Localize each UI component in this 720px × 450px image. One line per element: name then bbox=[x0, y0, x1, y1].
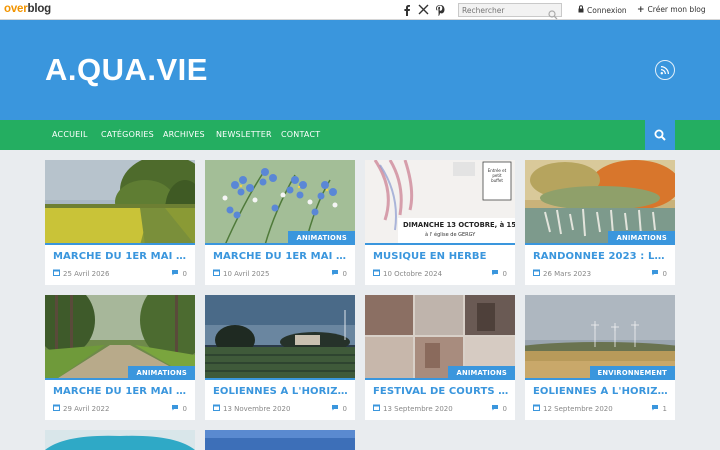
main-nav: ACCUEIL CATÉGORIES ARCHIVES NEWSLETTER C… bbox=[0, 120, 720, 150]
calendar-icon bbox=[213, 404, 220, 413]
nav-item-archives[interactable]: ARCHIVES bbox=[163, 130, 205, 139]
calendar-icon bbox=[533, 404, 540, 413]
post-title[interactable]: EOLIENNES À L'HORIZON /... bbox=[213, 386, 349, 397]
nav-search-button[interactable] bbox=[645, 120, 675, 150]
post-thumbnail bbox=[205, 430, 355, 450]
poster-subtitle: à l' église de GERGY bbox=[425, 232, 476, 238]
pinterest-icon[interactable] bbox=[434, 3, 446, 16]
card-accent-bar bbox=[45, 243, 195, 245]
poster-box: Entrée et petit buffet bbox=[487, 168, 507, 183]
overblog-logo[interactable]: overblog bbox=[4, 3, 51, 15]
calendar-icon bbox=[533, 269, 540, 278]
post-thumbnail bbox=[45, 430, 195, 450]
post-date: 12 Septembre 2020 bbox=[533, 404, 613, 413]
category-badge[interactable]: ANIMATIONS bbox=[448, 366, 515, 380]
category-badge[interactable]: ANIMATIONS bbox=[288, 231, 355, 245]
category-badge[interactable]: ANIMATIONS bbox=[608, 231, 675, 245]
nav-item-contact[interactable]: CONTACT bbox=[281, 130, 320, 139]
card-accent-bar bbox=[365, 243, 515, 245]
post-comments[interactable]: 0 bbox=[491, 269, 507, 278]
post-card[interactable]: ANIMATIONS FESTIVAL DE COURTS MET... 13 … bbox=[365, 295, 515, 420]
post-date: 10 Avril 2025 bbox=[213, 269, 269, 278]
post-title[interactable]: RANDONNÉE 2023 : LA DÉ... bbox=[533, 251, 669, 262]
post-title[interactable]: EOLIENNES À L'HORIZON ! bbox=[533, 386, 669, 397]
post-date: 26 Mars 2023 bbox=[533, 269, 591, 278]
post-card[interactable]: ANIMATIONS MARCHE DU 1ER MAI 2022 29 Avr… bbox=[45, 295, 195, 420]
comment-icon bbox=[491, 404, 499, 413]
site-title[interactable]: A.QUA.VIE bbox=[45, 52, 208, 88]
post-card[interactable]: ENVIRONNEMENT EOLIENNES À L'HORIZON ! 12… bbox=[525, 295, 675, 420]
post-title[interactable]: MARCHE DU 1ER MAI 2022 bbox=[53, 386, 189, 397]
calendar-icon bbox=[213, 269, 220, 278]
post-card[interactable]: Entrée et petit buffet DIMANCHE 13 OCTOB… bbox=[365, 160, 515, 285]
calendar-icon bbox=[373, 404, 380, 413]
post-thumbnail bbox=[205, 295, 355, 380]
post-date: 13 Septembre 2020 bbox=[373, 404, 453, 413]
create-blog-link[interactable]: + Créer mon blog bbox=[637, 5, 706, 14]
post-comments[interactable]: 1 bbox=[651, 404, 667, 413]
top-search-input[interactable] bbox=[459, 4, 549, 16]
comment-icon bbox=[651, 269, 659, 278]
post-card[interactable]: ANIMATIONS MARCHE DU 1ER MAI 2025 10 Avr… bbox=[205, 160, 355, 285]
post-comments[interactable]: 0 bbox=[331, 269, 347, 278]
post-card[interactable] bbox=[45, 430, 195, 450]
lock-icon bbox=[578, 5, 584, 15]
post-thumbnail: Entrée et petit buffet DIMANCHE 13 OCTOB… bbox=[365, 160, 515, 245]
login-link[interactable]: Connexion bbox=[578, 5, 627, 15]
post-date: 10 Octobre 2024 bbox=[373, 269, 442, 278]
post-date: 13 Novembre 2020 bbox=[213, 404, 290, 413]
nav-item-accueil[interactable]: ACCUEIL bbox=[52, 130, 88, 139]
post-thumbnail bbox=[45, 160, 195, 245]
post-title[interactable]: MARCHE DU 1ER MAI 2026 bbox=[53, 251, 189, 262]
top-search-box bbox=[458, 3, 562, 20]
facebook-icon[interactable] bbox=[401, 3, 413, 16]
comment-icon bbox=[491, 269, 499, 278]
post-title[interactable]: MARCHE DU 1ER MAI 2025 bbox=[213, 251, 349, 262]
category-badge[interactable]: ANIMATIONS bbox=[128, 366, 195, 380]
post-comments[interactable]: 0 bbox=[651, 269, 667, 278]
search-icon bbox=[654, 129, 666, 141]
x-icon[interactable] bbox=[417, 3, 429, 16]
poster-headline: DIMANCHE 13 OCTOBRE, à 15 H bbox=[403, 221, 515, 229]
calendar-icon bbox=[53, 404, 60, 413]
post-comments[interactable]: 0 bbox=[171, 404, 187, 413]
post-title[interactable]: FESTIVAL DE COURTS MET... bbox=[373, 386, 509, 397]
calendar-icon bbox=[53, 269, 60, 278]
post-card[interactable]: MARCHE DU 1ER MAI 2026 25 Avril 2026 0 bbox=[45, 160, 195, 285]
post-card[interactable]: EOLIENNES À L'HORIZON /... 13 Novembre 2… bbox=[205, 295, 355, 420]
comment-icon bbox=[331, 404, 339, 413]
calendar-icon bbox=[373, 269, 380, 278]
post-date: 29 Avril 2022 bbox=[53, 404, 109, 413]
post-comments[interactable]: 0 bbox=[331, 404, 347, 413]
post-title[interactable]: MUSIQUE EN HERBE bbox=[373, 251, 509, 262]
post-date: 25 Avril 2026 bbox=[53, 269, 109, 278]
rss-icon[interactable] bbox=[655, 60, 675, 80]
nav-item-categories[interactable]: CATÉGORIES bbox=[101, 130, 154, 139]
comment-icon bbox=[171, 269, 179, 278]
comment-icon bbox=[651, 404, 659, 413]
post-comments[interactable]: 0 bbox=[171, 269, 187, 278]
post-card[interactable]: ANIMATIONS RANDONNÉE 2023 : LA DÉ... 26 … bbox=[525, 160, 675, 285]
comment-icon bbox=[171, 404, 179, 413]
nav-item-newsletter[interactable]: NEWSLETTER bbox=[216, 130, 272, 139]
site-header: A.QUA.VIE bbox=[0, 20, 720, 120]
overblog-topbar: overblog Connexion + Créer mon blog bbox=[0, 0, 720, 20]
comment-icon bbox=[331, 269, 339, 278]
post-comments[interactable]: 0 bbox=[491, 404, 507, 413]
card-accent-bar bbox=[205, 378, 355, 380]
plus-icon: + bbox=[637, 4, 645, 15]
category-badge[interactable]: ENVIRONNEMENT bbox=[589, 366, 675, 380]
post-card[interactable] bbox=[205, 430, 355, 450]
